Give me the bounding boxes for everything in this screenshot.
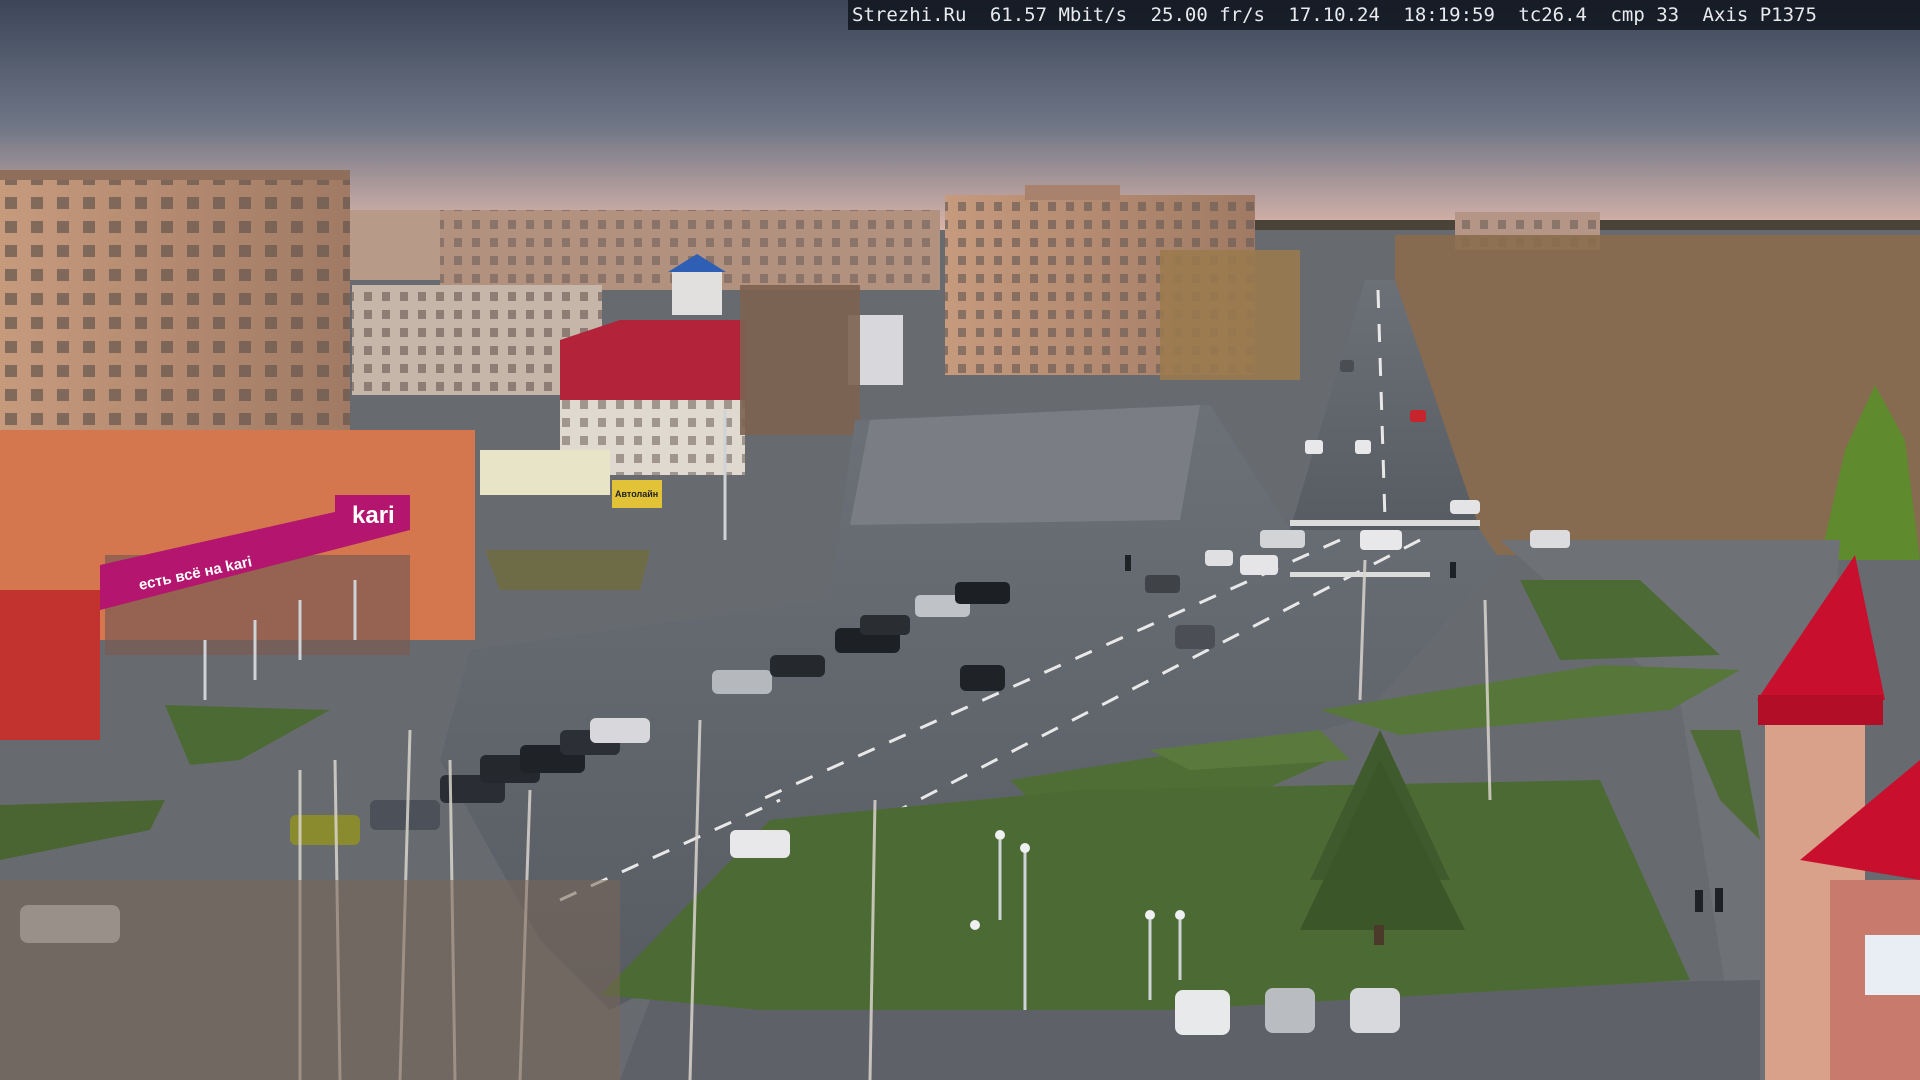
- foreground-brush: [0, 880, 620, 1080]
- overlay-camera-model: Axis P1375: [1702, 4, 1817, 26]
- kari-logo: kari: [352, 502, 395, 529]
- overlay-tc: tc26.4: [1518, 4, 1587, 26]
- overlay-cmp: cmp 33: [1610, 4, 1680, 26]
- overlay-bitrate: 61.57 Mbit/s: [989, 4, 1128, 26]
- overlay-framerate: 25.00 fr/s: [1150, 4, 1265, 26]
- overlay-time: 18:19:59: [1403, 4, 1495, 26]
- shop-sign: Автолайн: [615, 489, 658, 499]
- overlay-site: Strezhi.Ru: [852, 4, 967, 26]
- camera-info-overlay: Strezhi.Ru 61.57 Mbit/s 25.00 fr/s 17.10…: [848, 0, 1920, 30]
- webcam-scene: kari есть всё на kari Автолайн: [0, 0, 1920, 1080]
- overlay-date: 17.10.24: [1288, 4, 1380, 26]
